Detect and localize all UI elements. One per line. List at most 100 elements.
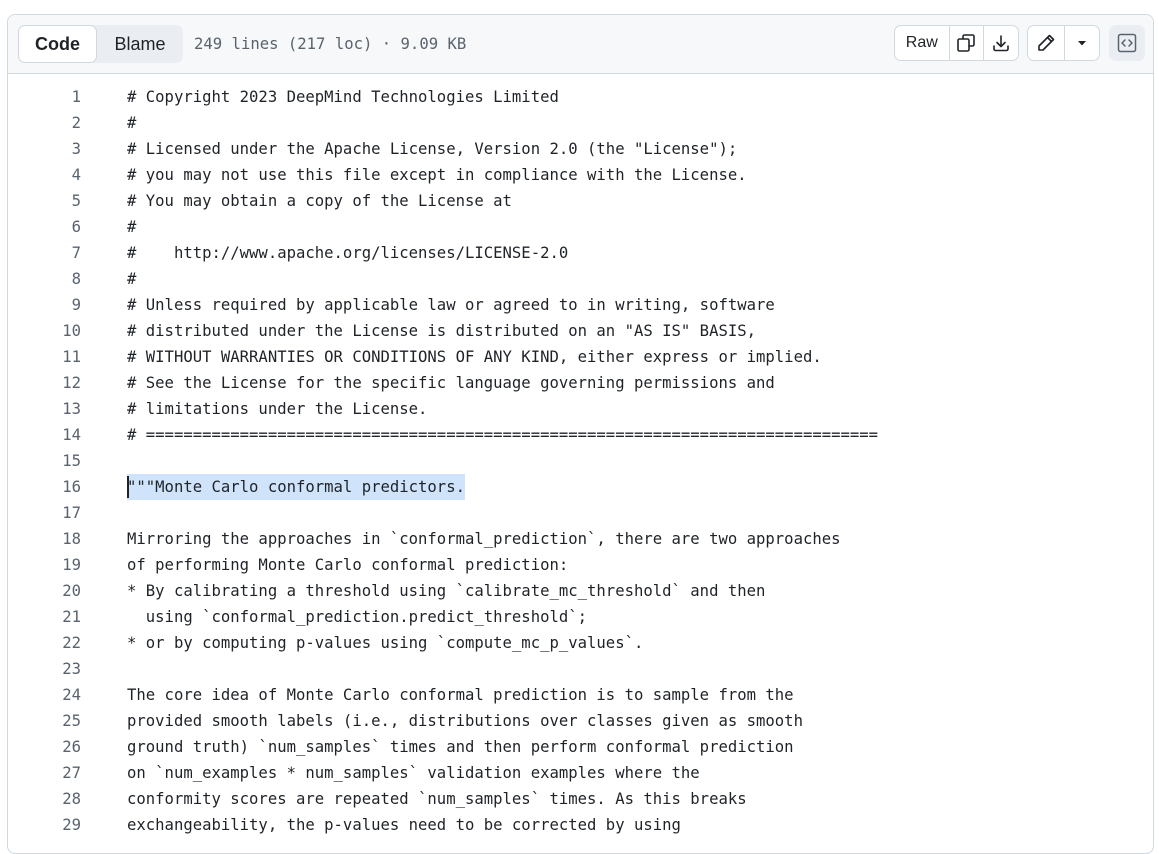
code-line: 28 conformity scores are repeated `num_sa… bbox=[8, 786, 1153, 812]
line-number[interactable]: 28 bbox=[8, 786, 81, 812]
line-number[interactable]: 29 bbox=[8, 812, 81, 838]
line-text: # WITHOUT WARRANTIES OR CONDITIONS OF AN… bbox=[127, 348, 822, 366]
code-line: 17 bbox=[8, 500, 1153, 526]
code-line: 6 # bbox=[8, 214, 1153, 240]
code-line: 15 bbox=[8, 448, 1153, 474]
line-number[interactable]: 23 bbox=[8, 656, 81, 682]
copy-icon bbox=[956, 33, 976, 53]
line-number[interactable]: 18 bbox=[8, 526, 81, 552]
line-number[interactable]: 1 bbox=[8, 84, 81, 110]
line-text: # http://www.apache.org/licenses/LICENSE… bbox=[127, 244, 569, 262]
line-number[interactable]: 17 bbox=[8, 500, 81, 526]
copy-raw-button[interactable] bbox=[948, 26, 984, 60]
line-text: The core idea of Monte Carlo conformal p… bbox=[127, 686, 794, 704]
code-line: 14 # ====================================… bbox=[8, 422, 1153, 448]
code-line: 25 provided smooth labels (i.e., distribu… bbox=[8, 708, 1153, 734]
symbols-panel-button[interactable] bbox=[1109, 25, 1145, 61]
line-number[interactable]: 14 bbox=[8, 422, 81, 448]
line-number[interactable]: 16 bbox=[8, 474, 81, 500]
raw-button-group: Raw bbox=[894, 25, 1019, 61]
line-number[interactable]: 26 bbox=[8, 734, 81, 760]
line-text: exchangeability, the p-values need to be… bbox=[127, 816, 681, 834]
line-text: # limitations under the License. bbox=[127, 400, 428, 418]
code-line: 3 # Licensed under the Apache License, Ve… bbox=[8, 136, 1153, 162]
code-line: 20 * By calibrating a threshold using `ca… bbox=[8, 578, 1153, 604]
code-line: 29 exchangeability, the p-values need to … bbox=[8, 812, 1153, 838]
line-text: # ======================================… bbox=[127, 426, 879, 444]
code-line: 1 # Copyright 2023 DeepMind Technologies … bbox=[8, 84, 1153, 110]
line-number[interactable]: 15 bbox=[8, 448, 81, 474]
line-text: # you may not use this file except in co… bbox=[127, 166, 747, 184]
code-line: 12 # See the License for the specific lan… bbox=[8, 370, 1153, 396]
line-text: # bbox=[127, 114, 137, 132]
code-line: 22 * or by computing p-values using `comp… bbox=[8, 630, 1153, 656]
line-number[interactable]: 7 bbox=[8, 240, 81, 266]
code-line: 18 Mirroring the approaches in `conformal… bbox=[8, 526, 1153, 552]
line-text: on `num_examples * num_samples` validati… bbox=[127, 764, 700, 782]
code-line: 5 # You may obtain a copy of the License … bbox=[8, 188, 1153, 214]
line-number[interactable]: 5 bbox=[8, 188, 81, 214]
code-line: 26 ground truth) `num_samples` times and … bbox=[8, 734, 1153, 760]
download-button[interactable] bbox=[983, 26, 1018, 60]
line-text: # Copyright 2023 DeepMind Technologies L… bbox=[127, 88, 559, 106]
code-line: 13 # limitations under the License. bbox=[8, 396, 1153, 422]
blame-tab[interactable]: Blame bbox=[97, 25, 183, 63]
code-line: 2 # bbox=[8, 110, 1153, 136]
line-number[interactable]: 25 bbox=[8, 708, 81, 734]
line-text: provided smooth labels (i.e., distributi… bbox=[127, 712, 803, 730]
line-number[interactable]: 19 bbox=[8, 552, 81, 578]
view-mode-toggle: Code Blame bbox=[18, 25, 183, 63]
code-line: 27 on `num_examples * num_samples` valida… bbox=[8, 760, 1153, 786]
line-number[interactable]: 20 bbox=[8, 578, 81, 604]
line-number[interactable]: 13 bbox=[8, 396, 81, 422]
line-text: # distributed under the License is distr… bbox=[127, 322, 757, 340]
code-square-icon bbox=[1116, 32, 1138, 54]
edit-dropdown-button[interactable] bbox=[1063, 26, 1100, 60]
line-text: ground truth) `num_samples` times and th… bbox=[127, 738, 794, 756]
line-number[interactable]: 2 bbox=[8, 110, 81, 136]
line-number[interactable]: 9 bbox=[8, 292, 81, 318]
line-number[interactable]: 10 bbox=[8, 318, 81, 344]
line-text: * By calibrating a threshold using `cali… bbox=[127, 582, 766, 600]
line-number[interactable]: 6 bbox=[8, 214, 81, 240]
line-text: Mirroring the approaches in `conformal_p… bbox=[127, 530, 841, 548]
code-line: 16 """Monte Carlo conformal predictors. bbox=[8, 474, 1153, 500]
code-line: 4 # you may not use this file except in c… bbox=[8, 162, 1153, 188]
code-tab[interactable]: Code bbox=[18, 25, 97, 63]
code-line: 24 The core idea of Monte Carlo conformal… bbox=[8, 682, 1153, 708]
line-number[interactable]: 8 bbox=[8, 266, 81, 292]
line-number[interactable]: 24 bbox=[8, 682, 81, 708]
line-number[interactable]: 4 bbox=[8, 162, 81, 188]
pencil-icon bbox=[1036, 33, 1056, 53]
code-line: 23 bbox=[8, 656, 1153, 682]
file-viewer: Code Blame 249 lines (217 loc) · 9.09 KB… bbox=[7, 14, 1154, 854]
edit-button-group bbox=[1027, 25, 1100, 61]
line-number[interactable]: 3 bbox=[8, 136, 81, 162]
line-text: """Monte Carlo conformal predictors. bbox=[127, 474, 465, 500]
code-line: 7 # http://www.apache.org/licenses/LICENS… bbox=[8, 240, 1153, 266]
download-icon bbox=[991, 33, 1011, 53]
code-line: 8 # bbox=[8, 266, 1153, 292]
line-number[interactable]: 22 bbox=[8, 630, 81, 656]
edit-button[interactable] bbox=[1028, 26, 1064, 60]
raw-button[interactable]: Raw bbox=[895, 26, 949, 60]
line-number[interactable]: 27 bbox=[8, 760, 81, 786]
line-text: of performing Monte Carlo conformal pred… bbox=[127, 556, 569, 574]
line-text: # bbox=[127, 218, 137, 236]
line-text: conformity scores are repeated `num_samp… bbox=[127, 790, 747, 808]
line-text: * or by computing p-values using `comput… bbox=[127, 634, 644, 652]
line-text: # Unless required by applicable law or a… bbox=[127, 296, 775, 314]
line-text: # See the License for the specific langu… bbox=[127, 374, 775, 392]
line-number[interactable]: 12 bbox=[8, 370, 81, 396]
file-meta: 249 lines (217 loc) · 9.09 KB bbox=[194, 35, 467, 53]
text-caret bbox=[127, 476, 129, 498]
file-toolbar: Code Blame 249 lines (217 loc) · 9.09 KB… bbox=[8, 15, 1153, 74]
code-line: 11 # WITHOUT WARRANTIES OR CONDITIONS OF … bbox=[8, 344, 1153, 370]
line-text: using `conformal_prediction.predict_thre… bbox=[127, 608, 588, 626]
line-number[interactable]: 21 bbox=[8, 604, 81, 630]
code-line: 9 # Unless required by applicable law or … bbox=[8, 292, 1153, 318]
code-blob: 1 # Copyright 2023 DeepMind Technologies … bbox=[8, 84, 1153, 838]
triangle-down-icon bbox=[1076, 37, 1088, 49]
line-number[interactable]: 11 bbox=[8, 344, 81, 370]
code-line: 19 of performing Monte Carlo conformal pr… bbox=[8, 552, 1153, 578]
